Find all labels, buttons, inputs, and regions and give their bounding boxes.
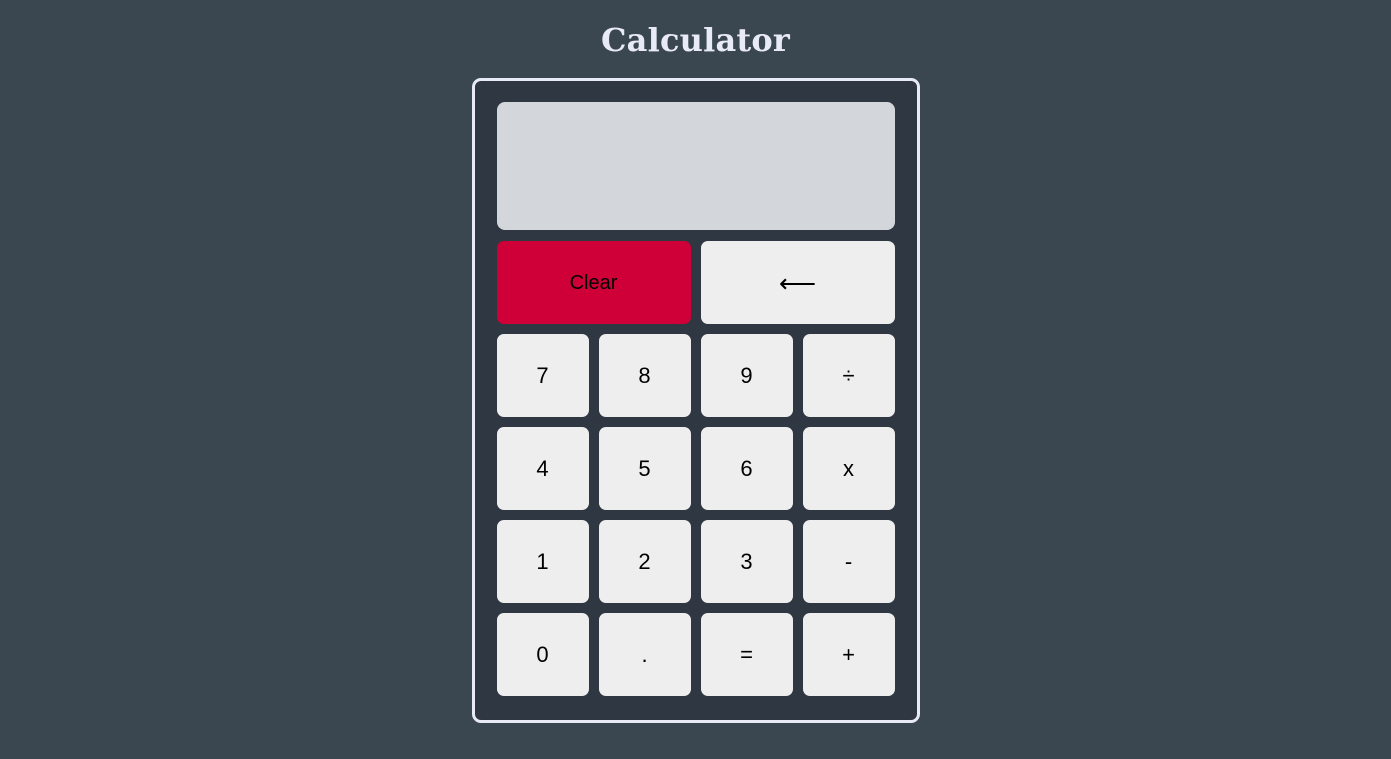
calculator-display xyxy=(496,102,895,230)
keypad-row-functions: Clear ⟵ xyxy=(496,241,895,324)
keypad-row-789: 7 8 9 ÷ xyxy=(496,334,895,417)
keypad-row-456: 4 5 6 x xyxy=(496,427,895,510)
minus-button[interactable]: - xyxy=(802,520,895,603)
digit-7-button[interactable]: 7 xyxy=(496,334,589,417)
digit-3-button[interactable]: 3 xyxy=(700,520,793,603)
decimal-point-button[interactable]: . xyxy=(598,613,691,696)
calculator-keypad: Clear ⟵ 7 8 9 ÷ 4 5 6 x 1 2 3 - 0 . = + xyxy=(496,241,895,696)
digit-2-button[interactable]: 2 xyxy=(598,520,691,603)
digit-5-button[interactable]: 5 xyxy=(598,427,691,510)
digit-9-button[interactable]: 9 xyxy=(700,334,793,417)
multiply-button[interactable]: x xyxy=(802,427,895,510)
digit-8-button[interactable]: 8 xyxy=(598,334,691,417)
calculator-panel: Clear ⟵ 7 8 9 ÷ 4 5 6 x 1 2 3 - 0 . = + xyxy=(471,78,920,723)
equals-button[interactable]: = xyxy=(700,613,793,696)
page-title: Calculator xyxy=(601,21,790,59)
digit-1-button[interactable]: 1 xyxy=(496,520,589,603)
plus-button[interactable]: + xyxy=(802,613,895,696)
clear-button[interactable]: Clear xyxy=(496,241,691,324)
digit-0-button[interactable]: 0 xyxy=(496,613,589,696)
divide-button[interactable]: ÷ xyxy=(802,334,895,417)
calculator-wrapper: Clear ⟵ 7 8 9 ÷ 4 5 6 x 1 2 3 - 0 . = + xyxy=(0,78,1391,723)
keypad-row-0-equals: 0 . = + xyxy=(496,613,895,696)
keypad-row-123: 1 2 3 - xyxy=(496,520,895,603)
digit-4-button[interactable]: 4 xyxy=(496,427,589,510)
digit-6-button[interactable]: 6 xyxy=(700,427,793,510)
backspace-icon-button[interactable]: ⟵ xyxy=(700,241,895,324)
